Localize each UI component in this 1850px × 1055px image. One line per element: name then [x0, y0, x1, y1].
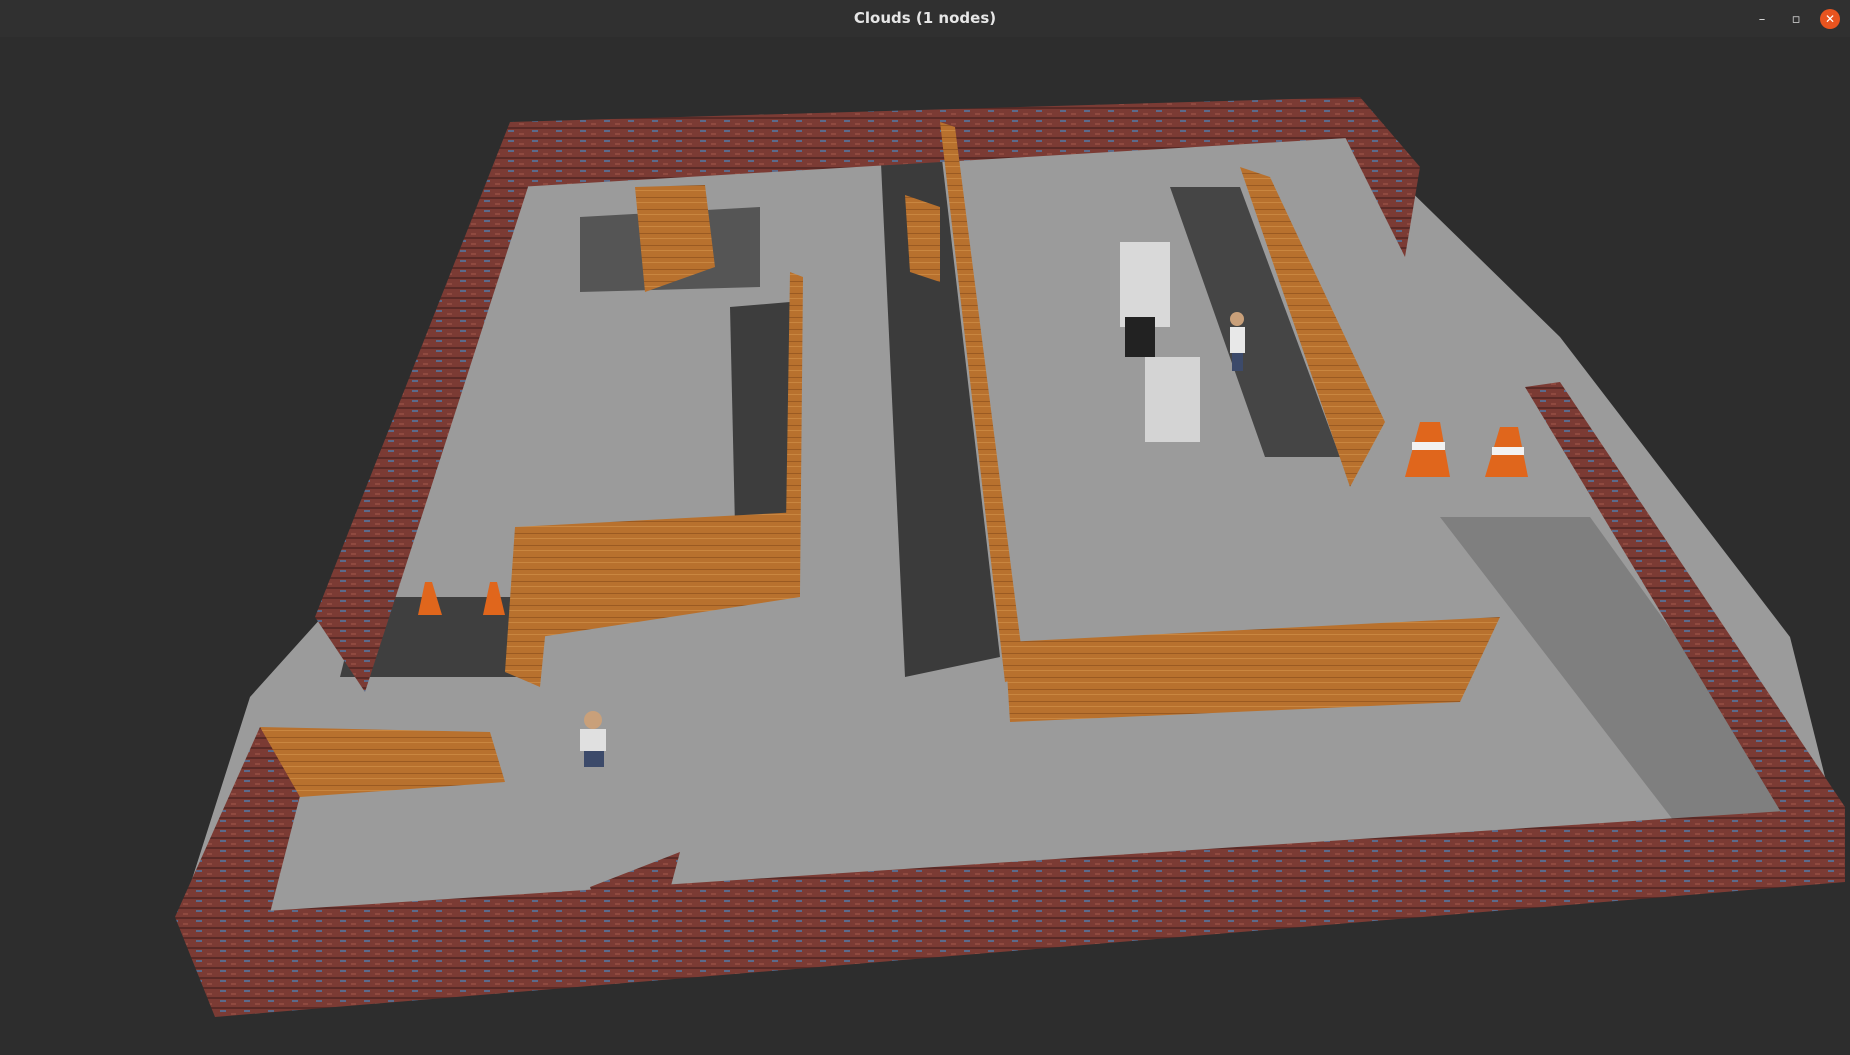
- person: [1230, 312, 1245, 371]
- wooden-panel: [905, 195, 940, 282]
- cabinet: [1120, 242, 1170, 327]
- cabinet-dark: [1125, 317, 1155, 357]
- title-bar[interactable]: Clouds (1 nodes) – ▫ ✕: [0, 0, 1850, 38]
- minimize-icon: –: [1758, 11, 1766, 27]
- cabinet: [1145, 357, 1200, 442]
- point-cloud-scene: [175, 97, 1845, 1017]
- point-cloud-window: Clouds (1 nodes) – ▫ ✕: [0, 0, 1850, 1055]
- restore-button[interactable]: ▫: [1786, 9, 1806, 29]
- close-button[interactable]: ✕: [1820, 9, 1840, 29]
- minimize-button[interactable]: –: [1752, 9, 1772, 29]
- close-icon: ✕: [1824, 12, 1836, 26]
- window-title: Clouds (1 nodes): [853, 9, 997, 27]
- restore-icon: ▫: [1791, 11, 1801, 27]
- 3d-viewport[interactable]: [0, 37, 1850, 1055]
